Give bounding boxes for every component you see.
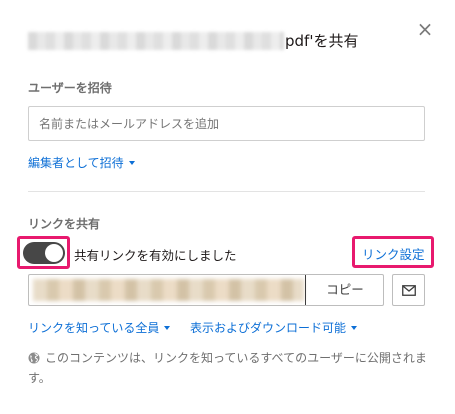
link-settings-link[interactable]: リンク設定 <box>362 244 425 263</box>
invite-role-label: 編集者として招待 <box>28 156 124 170</box>
redacted-url <box>33 279 304 301</box>
share-description: このコンテンツは、リンクを知っているすべてのユーザーに公開されます。 <box>28 348 438 388</box>
invite-input[interactable] <box>28 106 425 141</box>
invite-section-label: ユーザーを招待 <box>28 81 112 95</box>
share-url-field[interactable]: コピー <box>28 274 384 306</box>
permission-label: 表示およびダウンロード可能 <box>190 321 347 335</box>
chevron-down-icon <box>164 325 171 330</box>
dialog-title: pdf'を共有 <box>285 32 359 50</box>
share-link-toggle-label: 共有リンクを有効にしました <box>74 248 237 263</box>
chevron-down-icon <box>128 160 135 165</box>
share-link-section-label: リンクを共有 <box>28 217 101 231</box>
email-icon <box>402 285 416 296</box>
section-divider <box>28 191 425 192</box>
permission-dropdown[interactable]: 表示およびダウンロード可能 <box>190 319 358 336</box>
toggle-knob <box>45 244 63 262</box>
globe-icon <box>28 352 40 364</box>
chevron-down-icon <box>351 325 358 330</box>
audience-label: リンクを知っている全員 <box>28 321 160 335</box>
copy-button[interactable]: コピー <box>306 275 384 305</box>
invite-role-dropdown[interactable]: 編集者として招待 <box>28 154 135 171</box>
share-description-text: このコンテンツは、リンクを知っているすべてのユーザーに公開されます。 <box>28 351 427 385</box>
redacted-file-name <box>28 32 284 50</box>
audience-dropdown[interactable]: リンクを知っている全員 <box>28 319 171 336</box>
close-icon[interactable]: × <box>414 18 436 40</box>
share-link-toggle[interactable] <box>23 242 65 264</box>
email-button[interactable] <box>392 274 425 306</box>
